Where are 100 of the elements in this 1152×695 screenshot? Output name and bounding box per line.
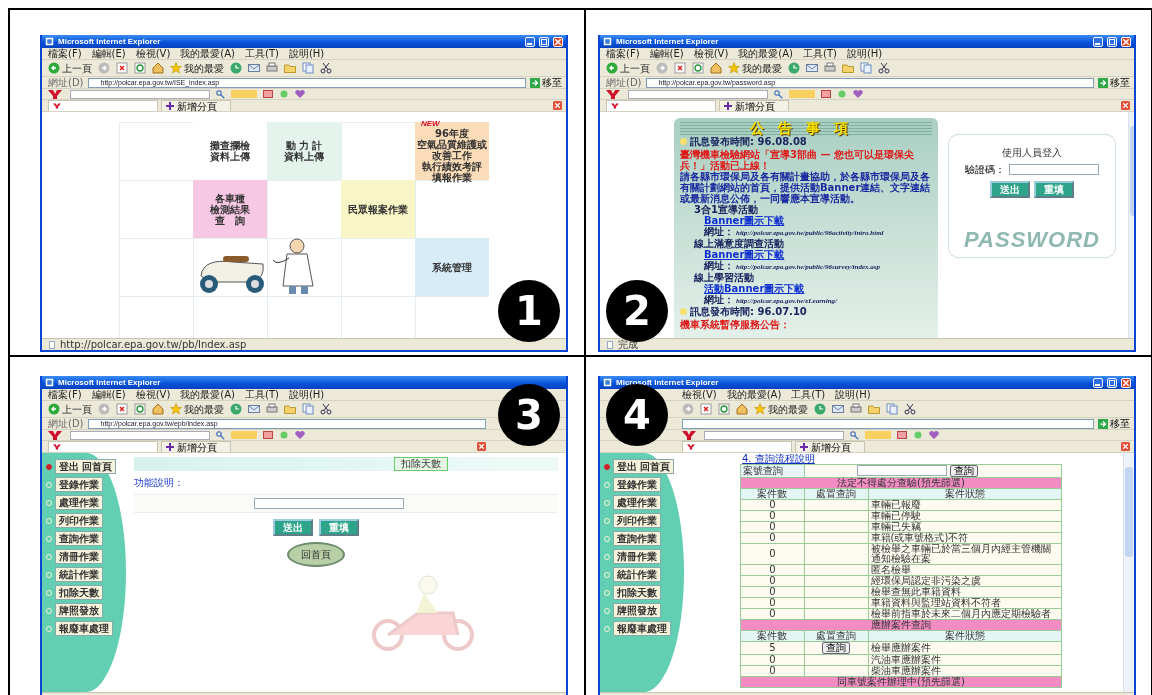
menu-item[interactable]: 說明(H): [835, 389, 871, 400]
go-button[interactable]: 移至: [530, 77, 562, 88]
menu-item[interactable]: 編輯(E): [649, 48, 684, 59]
browser-tab[interactable]: [48, 441, 158, 452]
close-button[interactable]: [553, 36, 563, 47]
sidebar-item[interactable]: 扣除天數: [55, 585, 103, 600]
menu-item[interactable]: 檢視(V): [135, 48, 171, 59]
new-tab-button[interactable]: 新增分頁: [161, 441, 231, 452]
sidebar-item[interactable]: 清冊作業: [55, 549, 103, 564]
close-button[interactable]: [1121, 377, 1131, 388]
menu-item[interactable]: 工具(T): [245, 48, 279, 59]
mail-icon: [248, 403, 260, 415]
go-button[interactable]: 移至: [1098, 77, 1130, 88]
menu-item[interactable]: 說明(H): [288, 389, 325, 400]
favorites-button[interactable]: 我的最愛: [170, 403, 224, 415]
query-button[interactable]: 查詢: [822, 642, 851, 654]
new-tab-button[interactable]: 新增分頁: [719, 100, 789, 111]
browser-tab[interactable]: [48, 100, 158, 111]
code-field[interactable]: [1009, 164, 1099, 175]
menu-tile[interactable]: 動 力 計 資料上傳: [267, 122, 341, 180]
minimize-button[interactable]: [525, 36, 535, 47]
menu-item[interactable]: 檔案(F): [48, 389, 82, 400]
menu-tile[interactable]: 民眾報案作業: [341, 180, 415, 238]
menu-item[interactable]: 檢視(V): [693, 48, 729, 59]
search-field[interactable]: [628, 89, 768, 99]
case-number-field[interactable]: [856, 465, 947, 476]
sidebar-item[interactable]: 查詢作業: [613, 531, 661, 546]
browser-tab[interactable]: [682, 441, 792, 452]
browser-tab[interactable]: [606, 100, 716, 111]
sidebar-item[interactable]: 處理作業: [613, 495, 661, 510]
menu-item[interactable]: 編輯(E): [91, 48, 126, 59]
search-field[interactable]: [704, 430, 844, 440]
menu-item[interactable]: 我的最愛(A): [180, 48, 235, 59]
menu-item[interactable]: 檢視(V): [135, 389, 171, 400]
download-link[interactable]: Banner圖示下載: [694, 249, 932, 260]
menu-item[interactable]: 檔案(F): [48, 48, 82, 59]
flow-link[interactable]: 4. 查詢流程說明: [740, 453, 1123, 464]
scrollbar[interactable]: [1123, 453, 1134, 692]
sidebar-item[interactable]: 扣除天數: [613, 585, 661, 600]
menu-item[interactable]: 工具(T): [245, 389, 279, 400]
sidebar-item[interactable]: 報廢車處理: [613, 621, 671, 636]
menu-item[interactable]: 編輯(E): [91, 389, 126, 400]
column-header: 處置查詢: [804, 488, 868, 500]
menu-item[interactable]: 檔案(F): [606, 48, 640, 59]
home-icon: [152, 62, 164, 74]
close-button[interactable]: [1121, 36, 1131, 47]
sidebar-item[interactable]: 牌照發放: [613, 603, 661, 618]
new-tab-button[interactable]: 新增分頁: [795, 441, 865, 452]
menu-tile[interactable]: 各車種 檢測結果 查 詢: [193, 180, 267, 238]
sidebar-item[interactable]: 清冊作業: [613, 549, 661, 564]
browser-icon: [45, 378, 54, 387]
maximize-button[interactable]: [539, 36, 549, 47]
search-button[interactable]: 查詢: [949, 465, 978, 477]
back-button[interactable]: 上一頁: [606, 62, 650, 74]
address-field[interactable]: [682, 418, 1094, 429]
new-tab-button[interactable]: 新增分頁: [161, 100, 231, 111]
menu-item[interactable]: 工具(T): [803, 48, 837, 59]
address-label: 網址(D): [606, 77, 642, 88]
menu-item[interactable]: 檢視(V): [682, 389, 717, 400]
download-link[interactable]: Banner圖示下載: [694, 215, 932, 226]
minimize-button[interactable]: [1093, 377, 1103, 388]
maximize-button[interactable]: [1107, 377, 1117, 388]
menu-item[interactable]: 我的最愛(A): [726, 389, 782, 400]
print-icon: [266, 403, 278, 415]
menu-tile[interactable]: 攤查攔檢 資料上傳: [193, 122, 267, 180]
maximize-button[interactable]: [1107, 36, 1117, 47]
back-button[interactable]: 上一頁: [48, 62, 92, 74]
sidebar-item[interactable]: 列印作業: [613, 513, 661, 528]
sidebar-item[interactable]: 登出 回首頁: [55, 459, 117, 474]
favorites-button[interactable]: 我的最愛: [728, 62, 782, 74]
sidebar-item[interactable]: 牌照發放: [55, 603, 103, 618]
go-button[interactable]: 移至: [1098, 418, 1130, 429]
menu-item[interactable]: 工具(T): [791, 389, 826, 400]
sidebar-item[interactable]: 列印作業: [55, 513, 103, 528]
post-time: 訊息發布時間: 96.07.10: [680, 306, 932, 317]
sidebar-item[interactable]: 登錄作業: [55, 477, 103, 492]
minimize-button[interactable]: [1093, 36, 1103, 47]
search-field[interactable]: [70, 89, 210, 99]
favorites-button[interactable]: 我的最愛: [170, 62, 224, 74]
sidebar-item[interactable]: 統計作業: [613, 567, 661, 582]
sidebar-item[interactable]: 登出 回首頁: [613, 459, 675, 474]
sidebar-item[interactable]: 處理作業: [55, 495, 103, 510]
input-field[interactable]: [254, 498, 404, 509]
table-cell: 0: [740, 586, 805, 598]
menu-item[interactable]: 我的最愛(A): [180, 389, 235, 400]
favorites-button[interactable]: 我的最愛: [754, 403, 808, 415]
mail-icon: [248, 62, 260, 74]
search-field[interactable]: [70, 430, 210, 440]
menu-item[interactable]: 說明(H): [846, 48, 883, 59]
menu-item[interactable]: 說明(H): [288, 48, 325, 59]
back-button[interactable]: 上一頁: [48, 403, 92, 415]
menu-tile[interactable]: 系統管理: [415, 238, 489, 296]
sidebar-item[interactable]: 統計作業: [55, 567, 103, 582]
sidebar-item[interactable]: 報廢車處理: [55, 621, 113, 636]
sidebar-item[interactable]: 查詢作業: [55, 531, 103, 546]
section-tab[interactable]: 扣除天數: [394, 457, 448, 471]
sidebar-item[interactable]: 登錄作業: [613, 477, 661, 492]
home-button[interactable]: 回首頁: [287, 542, 345, 567]
menu-item[interactable]: 我的最愛(A): [738, 48, 793, 59]
download-link[interactable]: 活動Banner圖示下載: [694, 283, 932, 294]
